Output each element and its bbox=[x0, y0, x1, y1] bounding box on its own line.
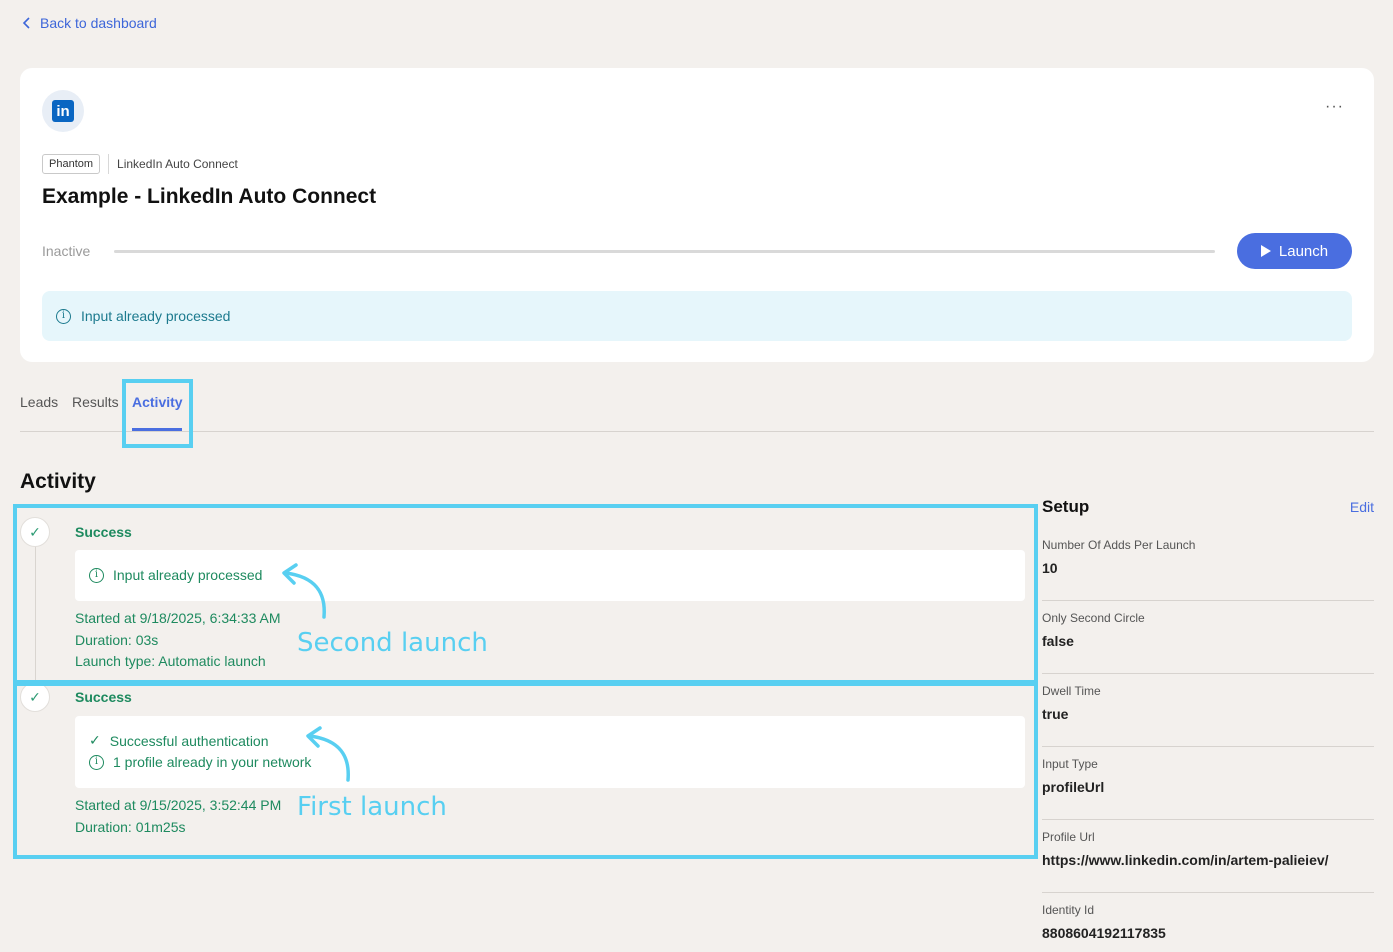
entry-launch-type: Launch type: Automatic launch bbox=[75, 653, 266, 669]
tab-bar: Leads Results Activity bbox=[20, 380, 1374, 432]
setup-item-value: https://www.linkedin.com/in/artem-paliei… bbox=[1042, 852, 1329, 868]
second-launch-annotation: Second launch bbox=[297, 628, 488, 658]
entry-duration: Duration: 01m25s bbox=[75, 819, 186, 835]
setup-item: Profile Url https://www.linkedin.com/in/… bbox=[1042, 820, 1374, 893]
breadcrumb-divider bbox=[108, 154, 110, 174]
success-check-icon: ✓ bbox=[20, 682, 50, 712]
timeline-line bbox=[35, 545, 36, 695]
setup-item-value: false bbox=[1042, 633, 1074, 649]
status-label: Inactive bbox=[42, 243, 91, 259]
linkedin-logo: in bbox=[42, 90, 84, 132]
setup-item: Number Of Adds Per Launch 10 bbox=[1042, 528, 1374, 601]
setup-item-value: 10 bbox=[1042, 560, 1058, 576]
setup-item-label: Number Of Adds Per Launch bbox=[1042, 538, 1196, 552]
entry-message-box: i Input already processed bbox=[75, 550, 1025, 601]
setup-item-value: 8808604192117835 bbox=[1042, 925, 1166, 941]
active-tab-indicator bbox=[132, 428, 182, 431]
breadcrumb-phantom-name: LinkedIn Auto Connect bbox=[117, 157, 238, 171]
tab-leads[interactable]: Leads bbox=[20, 394, 58, 410]
back-link-label: Back to dashboard bbox=[40, 15, 157, 31]
entry-message-box: ✓ Successful authentication i 1 profile … bbox=[75, 716, 1025, 788]
entry-message: ✓ Successful authentication bbox=[89, 732, 269, 749]
setup-item-label: Dwell Time bbox=[1042, 684, 1101, 698]
entry-started-at: Started at 9/15/2025, 3:52:44 PM bbox=[75, 797, 282, 813]
tab-activity[interactable]: Activity bbox=[132, 394, 183, 410]
launch-button[interactable]: Launch bbox=[1237, 233, 1352, 269]
setup-item-label: Only Second Circle bbox=[1042, 611, 1145, 625]
progress-bar bbox=[114, 249, 1215, 253]
entry-status: Success bbox=[75, 524, 132, 540]
check-icon: ✓ bbox=[89, 732, 101, 748]
entry-status: Success bbox=[75, 689, 132, 705]
chevron-left-icon bbox=[22, 17, 30, 29]
entry-message-text: 1 profile already in your network bbox=[113, 754, 312, 770]
setup-edit-link[interactable]: Edit bbox=[1350, 499, 1374, 515]
entry-message-text: Input already processed bbox=[113, 567, 263, 583]
page-title: Example - LinkedIn Auto Connect bbox=[42, 185, 377, 208]
tab-results[interactable]: Results bbox=[72, 394, 119, 410]
entry-message-text: Successful authentication bbox=[109, 732, 269, 749]
info-banner-text: Input already processed bbox=[81, 308, 231, 324]
setup-item-label: Input Type bbox=[1042, 757, 1098, 771]
setup-panel: Setup Edit Number Of Adds Per Launch 10 … bbox=[1042, 495, 1374, 941]
launch-button-label: Launch bbox=[1278, 242, 1329, 260]
setup-item-value: profileUrl bbox=[1042, 779, 1105, 795]
success-check-icon: ✓ bbox=[20, 517, 50, 547]
setup-item: Only Second Circle false bbox=[1042, 601, 1374, 674]
entry-message: i Input already processed bbox=[89, 567, 262, 583]
info-icon: i bbox=[89, 567, 104, 583]
entry-duration: Duration: 03s bbox=[75, 632, 159, 648]
info-icon: i bbox=[89, 754, 104, 770]
phantom-badge: Phantom bbox=[42, 154, 101, 174]
setup-title: Setup bbox=[1042, 497, 1090, 516]
setup-item: Input Type profileUrl bbox=[1042, 747, 1374, 820]
setup-item-value: true bbox=[1042, 706, 1069, 722]
setup-item: Identity Id 8808604192117835 bbox=[1042, 893, 1374, 952]
annotation-arrow-icon bbox=[306, 726, 350, 782]
back-to-dashboard-link[interactable]: Back to dashboard bbox=[22, 15, 157, 31]
status-row: Inactive Launch bbox=[42, 233, 1352, 269]
entry-message: i 1 profile already in your network bbox=[89, 754, 311, 770]
info-icon: i bbox=[56, 308, 71, 324]
setup-header: Setup Edit bbox=[1042, 495, 1374, 519]
info-banner: i Input already processed bbox=[42, 291, 1352, 341]
annotation-arrow-icon bbox=[282, 563, 326, 619]
play-icon bbox=[1260, 245, 1271, 257]
phantom-header-card: in ··· Phantom LinkedIn Auto Connect Exa… bbox=[20, 68, 1374, 362]
breadcrumb: Phantom LinkedIn Auto Connect bbox=[42, 154, 238, 174]
linkedin-icon: in bbox=[52, 100, 74, 122]
entry-started-at: Started at 9/18/2025, 6:34:33 AM bbox=[75, 610, 281, 626]
setup-item: Dwell Time true bbox=[1042, 674, 1374, 747]
first-launch-annotation: First launch bbox=[297, 792, 447, 822]
more-options-button[interactable]: ··· bbox=[1325, 98, 1344, 116]
activity-section-title: Activity bbox=[20, 470, 96, 493]
setup-item-label: Profile Url bbox=[1042, 830, 1095, 844]
setup-item-label: Identity Id bbox=[1042, 903, 1095, 917]
